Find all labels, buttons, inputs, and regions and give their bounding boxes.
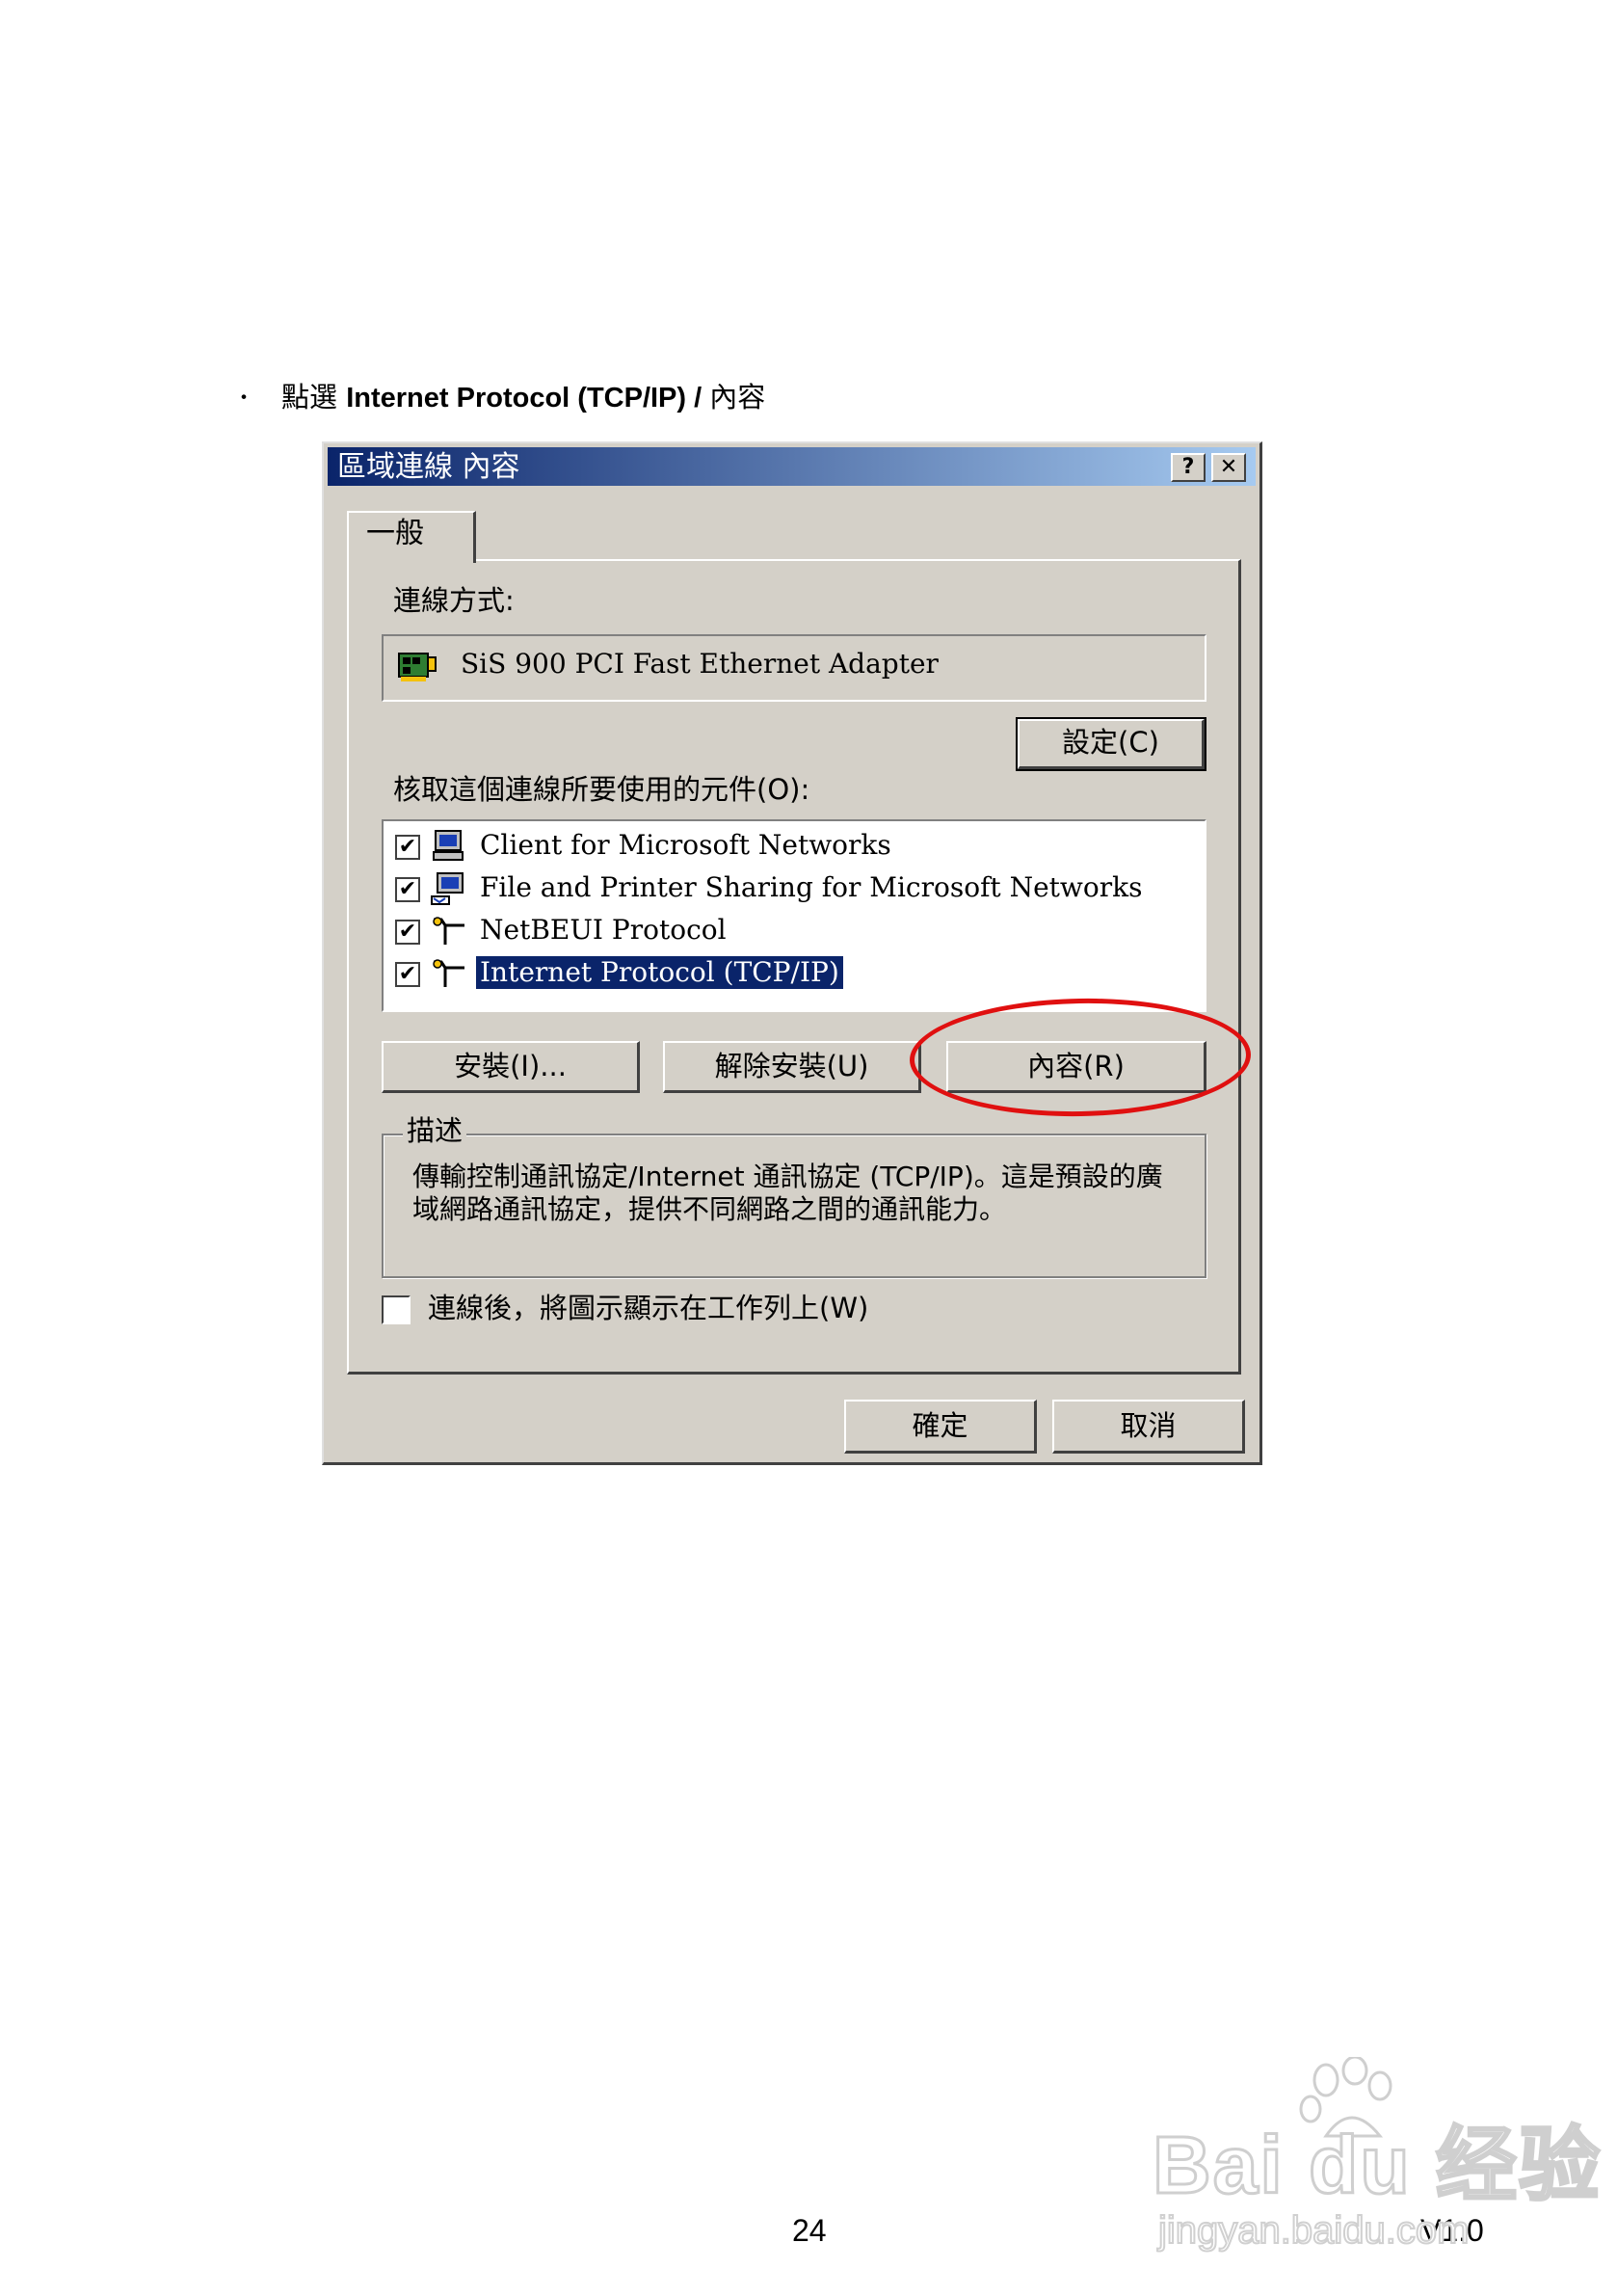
- install-button[interactable]: 安裝(I)...: [382, 1041, 640, 1093]
- adapter-field: SiS 900 PCI Fast Ethernet Adapter: [382, 634, 1206, 702]
- tab-general[interactable]: 一般: [347, 511, 476, 563]
- close-button[interactable]: ✕: [1211, 453, 1246, 482]
- ok-button[interactable]: 確定: [844, 1400, 1037, 1454]
- watermark-brand: Bai du 经验: [1151, 2120, 1603, 2210]
- uninstall-button[interactable]: 解除安裝(U): [663, 1041, 921, 1093]
- watermark-url: jingyan.baidu.com: [1157, 2208, 1470, 2253]
- component-label: Client for Microsoft Networks: [480, 829, 891, 861]
- protocol-icon: [430, 914, 468, 952]
- component-checkbox[interactable]: ✔: [395, 920, 420, 945]
- show-icon-label[interactable]: 連線後，將圖示顯示在工作列上(W): [428, 1292, 868, 1324]
- show-icon-checkbox[interactable]: [382, 1295, 411, 1324]
- protocol-icon: [430, 956, 468, 995]
- component-label: NetBEUI Protocol: [480, 914, 727, 946]
- baidu-watermark: Bai du 经验 jingyan.baidu.com: [1151, 2057, 1602, 2253]
- instruction-suffix: 內容: [709, 381, 766, 414]
- instruction-bold: Internet Protocol (TCP/IP) /: [346, 383, 710, 414]
- help-button[interactable]: ?: [1171, 453, 1206, 482]
- instruction-prefix: 點選: [281, 381, 347, 414]
- local-area-connection-properties-dialog: 區域連線 內容 ? ✕ 一般 連線方式: SiS 900 PCI Fast Et…: [322, 441, 1262, 1465]
- component-checkbox[interactable]: ✔: [395, 962, 420, 987]
- component-label: File and Printer Sharing for Microsoft N…: [480, 871, 1143, 903]
- description-legend: 描述: [403, 1114, 467, 1147]
- instruction-text: ・ 點選 Internet Protocol (TCP/IP) / 內容: [233, 379, 765, 417]
- connect-using-label: 連線方式:: [393, 584, 515, 617]
- configure-button[interactable]: 設定(C): [1016, 717, 1206, 771]
- dialog-title: 區域連線 內容: [337, 450, 520, 484]
- page-number: 24: [792, 2213, 827, 2248]
- components-label: 核取這個連線所要使用的元件(O):: [393, 773, 810, 806]
- cancel-button[interactable]: 取消: [1052, 1400, 1245, 1454]
- component-checkbox[interactable]: ✔: [395, 877, 420, 902]
- components-list[interactable]: ✔ Client for Microsoft Networks ✔ File a…: [382, 819, 1206, 1012]
- network-client-icon: [430, 829, 468, 868]
- bullet: ・: [233, 387, 255, 411]
- description-text: 傳輸控制通訊協定/Internet 通訊協定 (TCP/IP)。這是預設的廣域網…: [412, 1161, 1163, 1225]
- title-bar[interactable]: 區域連線 內容 ? ✕: [328, 447, 1256, 486]
- file-printer-sharing-icon: [430, 871, 468, 910]
- component-label-selected: Internet Protocol (TCP/IP): [475, 955, 844, 990]
- network-adapter-icon: [397, 650, 439, 688]
- component-checkbox[interactable]: ✔: [395, 835, 420, 860]
- adapter-name: SiS 900 PCI Fast Ethernet Adapter: [461, 648, 939, 680]
- description-group: 描述 傳輸控制通訊協定/Internet 通訊協定 (TCP/IP)。這是預設的…: [382, 1114, 1206, 1278]
